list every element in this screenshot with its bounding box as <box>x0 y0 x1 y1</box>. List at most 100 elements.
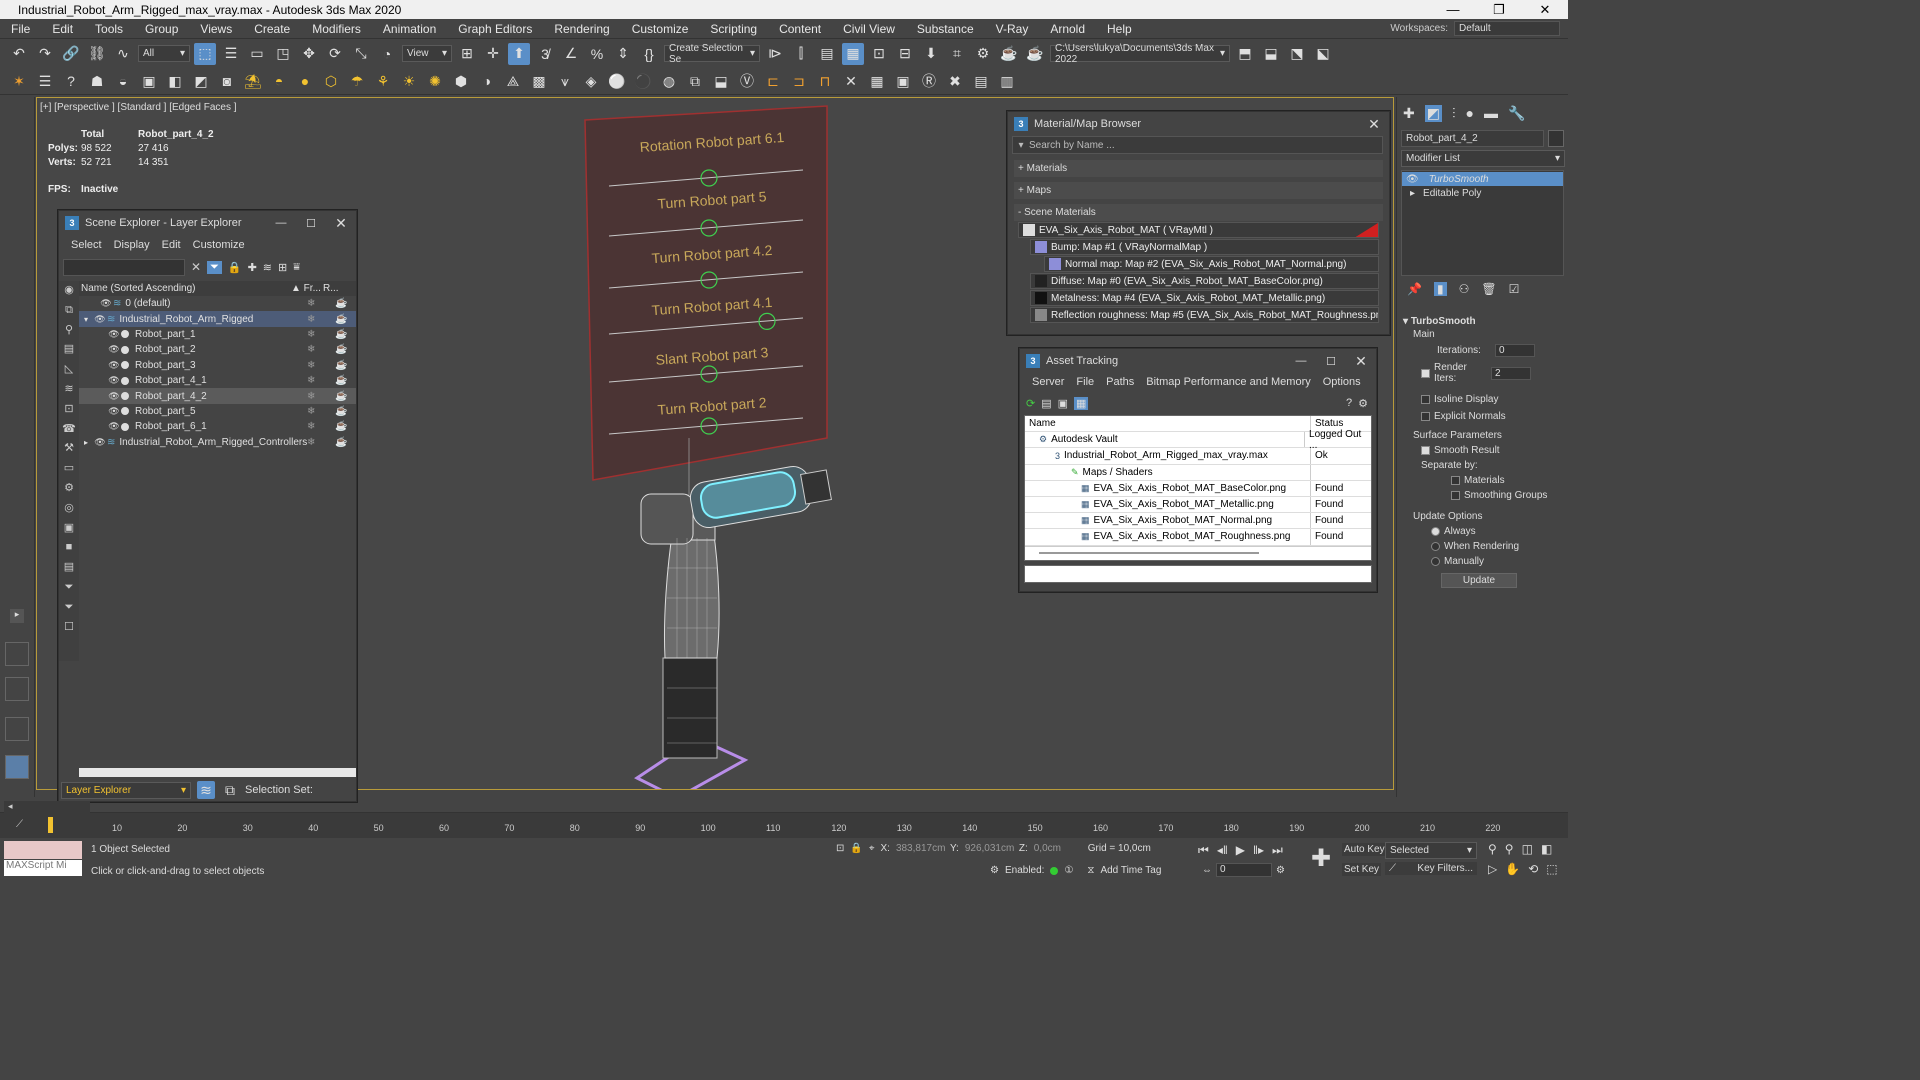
rotate-icon[interactable]: ⟳ <box>324 43 346 65</box>
proxy-icon[interactable]: ⬢ <box>450 70 472 92</box>
y-field[interactable]: 926,031cm <box>965 843 1014 854</box>
vray-lights-icon[interactable]: ✶ <box>8 70 30 92</box>
mb-section-materials[interactable]: + Materials <box>1014 160 1383 177</box>
orbit-icon[interactable]: ⟲ <box>1528 862 1538 876</box>
prev-frame-icon[interactable]: ◂‖ <box>1217 843 1228 858</box>
vray-logo-icon[interactable]: Ⓥ <box>736 70 758 92</box>
menu-substance[interactable]: Substance <box>906 22 985 36</box>
close-icon[interactable]: ✕ <box>1359 116 1389 133</box>
menu-rendering[interactable]: Rendering <box>543 22 620 36</box>
make-unique-icon[interactable]: ⚇ <box>1459 282 1470 296</box>
se-menu-edit[interactable]: Edit <box>156 239 187 251</box>
fp-3-icon[interactable]: ⊓ <box>814 70 836 92</box>
vray-convert-icon[interactable]: ⧉ <box>684 70 706 92</box>
link-icon[interactable]: 🔗 <box>60 43 82 65</box>
expand-arrow-icon[interactable]: ▸ <box>79 438 93 447</box>
renderable-icon[interactable]: ☕ <box>335 437 347 448</box>
named-selection-dropdown[interactable]: Create Selection Se ▾ <box>664 43 760 65</box>
x-field[interactable]: 383,817cm <box>896 843 945 854</box>
light-sky-icon[interactable]: ✺ <box>424 70 446 92</box>
isoline-checkbox[interactable] <box>1421 394 1430 404</box>
light-ies-icon[interactable]: ☂ <box>346 70 368 92</box>
mb-search[interactable]: ▾ Search by Name ... <box>1012 136 1383 154</box>
se-row[interactable]: 👁 Robot_part_4_2 ❄ ☕ <box>79 388 356 404</box>
remove-modifier-icon[interactable]: 🗑 <box>1481 282 1496 296</box>
timeline[interactable]: ◂ ⟋ 10 20 30 40 50 60 70 80 90 100 110 120 130 140 150… <box>0 801 1568 838</box>
frame-buffer-icon[interactable]: ◧ <box>164 70 186 92</box>
at-hscroll[interactable] <box>1025 545 1371 560</box>
material-multi-icon[interactable]: ⚫ <box>632 70 654 92</box>
add-time-tag-icon[interactable]: ⧖ <box>1087 865 1094 876</box>
at-titlebar[interactable]: 3 Asset Tracking — ☐ ✕ <box>1020 349 1376 373</box>
mb-map-metalness[interactable]: Metalness: Map #4 (EVA_Six_Axis_Robot_MA… <box>1030 290 1379 306</box>
key-mode-icon[interactable]: ⇔ <box>1202 865 1212 876</box>
filter-icon[interactable]: ⏷ <box>207 260 222 274</box>
visibility-eye-icon[interactable]: 👁 <box>107 360 121 371</box>
clear-search-icon[interactable]: ✕ <box>191 260 201 274</box>
se-menu-customize[interactable]: Customize <box>187 239 251 251</box>
visibility-eye-icon[interactable]: 👁 <box>107 375 121 386</box>
modifier-list-dropdown[interactable]: Modifier List ▾ <box>1401 150 1565 167</box>
at-col-name[interactable]: Name <box>1025 416 1311 432</box>
go-to-end-icon[interactable]: ⏭ <box>1272 843 1283 858</box>
create-tab-icon[interactable]: ✚ <box>1403 105 1415 122</box>
render-icon[interactable]: ☕ <box>998 43 1020 65</box>
absolute-mode-icon[interactable]: ⌖ <box>869 843 875 854</box>
renderable-icon[interactable]: ☕ <box>335 360 347 371</box>
menu-graph-editors[interactable]: Graph Editors <box>447 22 543 36</box>
at-row[interactable]: ▦ EVA_Six_Axis_Robot_MAT_Roughness.png Fou… <box>1025 529 1371 546</box>
project-set-icon[interactable]: ⬕ <box>1312 43 1334 65</box>
light-ambient-icon[interactable]: ⚘ <box>372 70 394 92</box>
maximize-icon[interactable]: ☐ <box>1316 355 1346 368</box>
renderable-icon[interactable]: ☕ <box>335 375 347 386</box>
mb-map-bump[interactable]: Bump: Map #1 ( VRayNormalMap ) <box>1030 239 1379 255</box>
auto-key-button[interactable]: Auto Key <box>1342 843 1387 856</box>
list-view-icon[interactable]: ▤ <box>1041 397 1051 410</box>
at-path-field[interactable] <box>1024 564 1372 583</box>
visibility-eye-icon[interactable]: 👁 <box>93 314 107 325</box>
select-by-name-icon[interactable]: ☰ <box>220 43 242 65</box>
zoom-icon[interactable]: ⚲ <box>1488 842 1497 856</box>
freeze-icon[interactable]: ❄ <box>307 406 315 417</box>
snap-icon[interactable]: 3̸ <box>534 43 556 65</box>
light-mesh-icon[interactable]: ⬡ <box>320 70 342 92</box>
renderable-icon[interactable]: ☕ <box>335 391 347 402</box>
time-config-icon[interactable]: ⚙ <box>1276 865 1285 876</box>
at-row[interactable]: 3 Industrial_Robot_Arm_Rigged_max_vray.ma… <box>1025 448 1371 465</box>
vray-camera-icon[interactable]: ◙ <box>216 70 238 92</box>
menu-create[interactable]: Create <box>243 22 301 36</box>
light-dome-icon[interactable]: ◓ <box>268 70 290 92</box>
se-scrollbar[interactable] <box>79 768 356 777</box>
maxscript-listener-output[interactable] <box>4 841 82 859</box>
renderable-icon[interactable]: ☕ <box>335 298 347 309</box>
project-open-icon[interactable]: ⬓ <box>1260 43 1282 65</box>
zoom-all-icon[interactable]: ⚲ <box>1505 842 1514 856</box>
motion-tab-icon[interactable]: ● <box>1465 105 1473 122</box>
visibility-eye-icon[interactable]: 👁 <box>107 344 121 355</box>
freeze-icon[interactable]: ❄ <box>307 329 315 340</box>
at-row[interactable]: ✎ Maps / Shaders <box>1025 464 1371 481</box>
pin-stack-icon[interactable]: 📌 <box>1407 282 1422 296</box>
plane-icon[interactable]: ◩ <box>190 70 212 92</box>
always-radio[interactable] <box>1431 526 1440 536</box>
isolate-icon[interactable]: ⊡ <box>836 843 844 854</box>
set-key-button[interactable]: Set Key <box>1342 863 1382 876</box>
iterations-spinner[interactable]: 0 <box>1495 344 1535 357</box>
freeze-icon[interactable]: ❄ <box>307 437 315 448</box>
redo-icon[interactable]: ↷ <box>34 43 56 65</box>
show-end-result-icon[interactable]: ▮ <box>1433 282 1447 296</box>
spinner-snap-icon[interactable]: ⇕ <box>612 43 634 65</box>
transform-center-icon[interactable]: ✛ <box>482 43 504 65</box>
se-menu-select[interactable]: Select <box>65 239 108 251</box>
freeze-icon[interactable]: ❄ <box>307 391 315 402</box>
renderable-icon[interactable]: ☕ <box>335 421 347 432</box>
expand-arrow-icon[interactable]: ▸ <box>10 609 24 623</box>
vray-grass-icon[interactable]: ⩛ <box>554 70 576 92</box>
help-icon[interactable]: ? <box>60 70 82 92</box>
enabled-indicator-icon[interactable] <box>1050 866 1059 875</box>
hierarchy-icon[interactable]: ⊞ <box>278 261 287 274</box>
close-icon[interactable]: ✕ <box>326 215 356 232</box>
se-row[interactable]: 👁 ≋ 0 (default) ❄ ☕ <box>79 296 356 311</box>
field-of-view-icon[interactable]: ▷ <box>1488 862 1497 876</box>
maximize-viewport-icon[interactable]: ⬚ <box>1546 862 1557 876</box>
